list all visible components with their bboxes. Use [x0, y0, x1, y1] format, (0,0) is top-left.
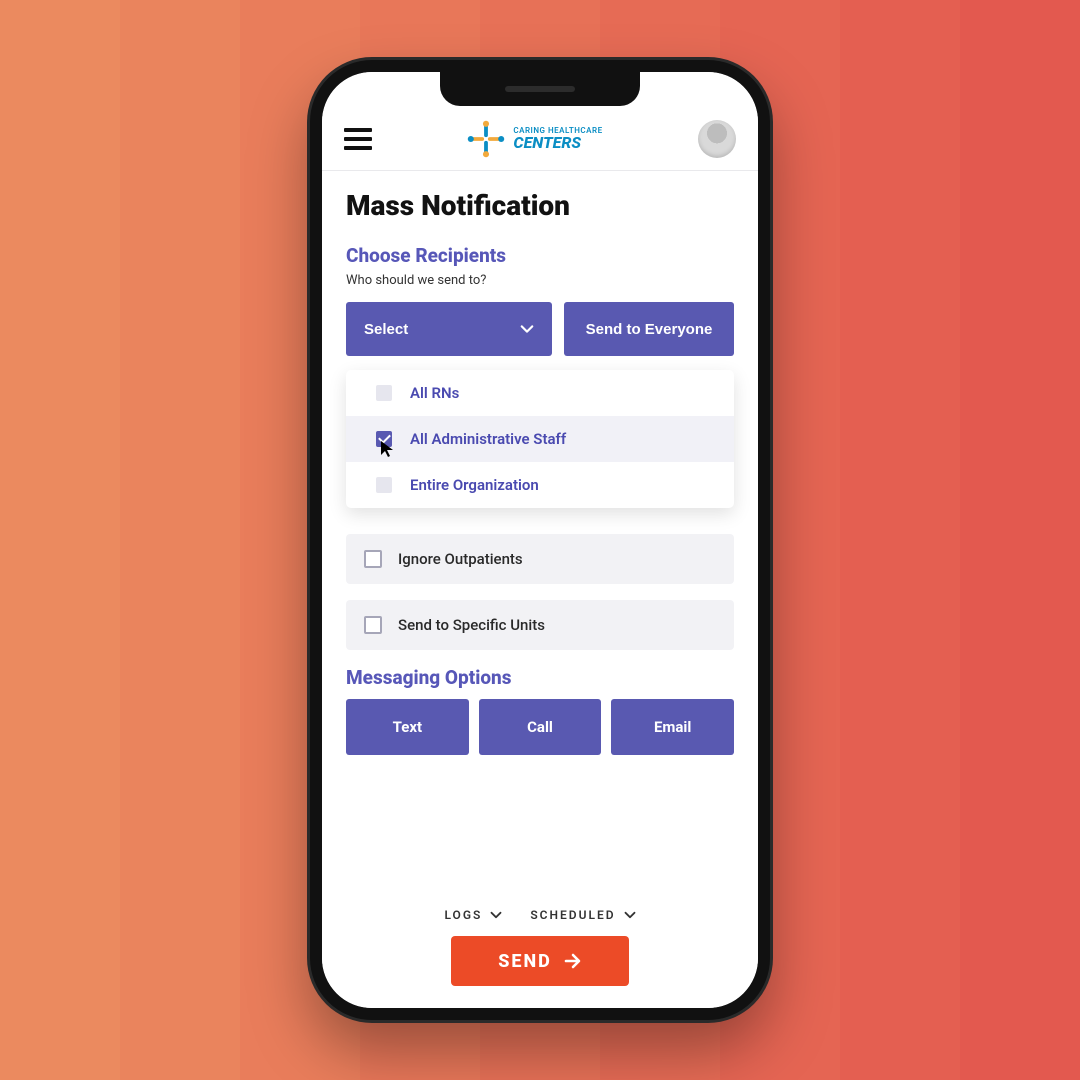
checkbox-checked-icon: [376, 431, 392, 447]
messaging-email-button[interactable]: Email: [611, 699, 734, 755]
page-title: Mass Notification: [346, 189, 734, 222]
recipients-dropdown-panel: All RNs All Administrative Staff Entire …: [346, 370, 734, 508]
logs-dropdown[interactable]: LOGS: [444, 908, 502, 922]
recipient-option-label: All RNs: [410, 384, 459, 402]
app-header: CARING HEALTHCARE CENTERS: [322, 116, 758, 171]
send-to-everyone-button[interactable]: Send to Everyone: [564, 302, 734, 356]
ignore-outpatients-toggle[interactable]: Ignore Outpatients: [346, 534, 734, 584]
send-button[interactable]: SEND: [451, 936, 629, 986]
messaging-call-button[interactable]: Call: [479, 699, 602, 755]
chevron-down-icon: [490, 909, 502, 921]
menu-icon[interactable]: [344, 128, 372, 150]
scheduled-dropdown[interactable]: SCHEDULED: [530, 908, 635, 922]
phone-frame: CARING HEALTHCARE CENTERS Mass Notificat…: [310, 60, 770, 1020]
checkbox-icon: [364, 550, 382, 568]
recipient-option-all-rns[interactable]: All RNs: [346, 370, 734, 416]
recipients-subtitle: Who should we send to?: [346, 273, 734, 288]
brand-mark-icon: [467, 120, 505, 158]
recipients-title: Choose Recipients: [346, 244, 734, 267]
recipient-option-entire-org[interactable]: Entire Organization: [346, 462, 734, 508]
brand-logo: CARING HEALTHCARE CENTERS: [467, 120, 602, 158]
chevron-down-icon: [624, 909, 636, 921]
recipient-option-label: Entire Organization: [410, 476, 539, 494]
checkbox-icon: [364, 616, 382, 634]
specific-units-label: Send to Specific Units: [398, 616, 545, 634]
messaging-text-button[interactable]: Text: [346, 699, 469, 755]
messaging-options-title: Messaging Options: [346, 666, 734, 689]
phone-notch: [440, 72, 640, 106]
arrow-right-icon: [564, 952, 582, 970]
select-label: Select: [364, 321, 408, 338]
specific-units-toggle[interactable]: Send to Specific Units: [346, 600, 734, 650]
select-recipients-dropdown[interactable]: Select: [346, 302, 552, 356]
recipient-option-admin-staff[interactable]: All Administrative Staff: [346, 416, 734, 462]
recipient-option-label: All Administrative Staff: [410, 430, 566, 448]
checkbox-icon: [376, 477, 392, 493]
brand-line2: CENTERS: [513, 135, 602, 151]
checkbox-icon: [376, 385, 392, 401]
avatar[interactable]: [698, 120, 736, 158]
chevron-down-icon: [520, 322, 534, 336]
ignore-outpatients-label: Ignore Outpatients: [398, 550, 523, 568]
